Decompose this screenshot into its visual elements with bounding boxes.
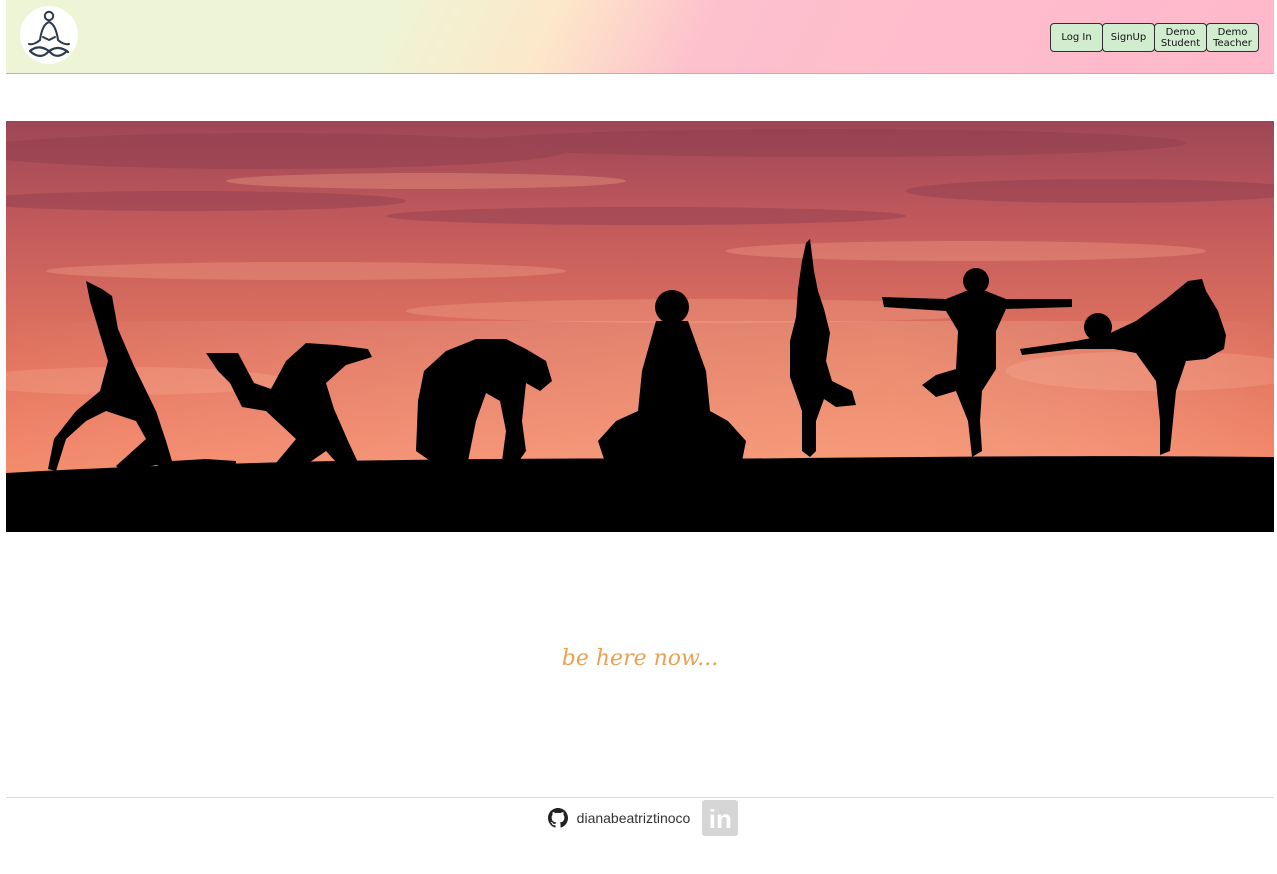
sunset-yoga-silhouettes (6, 121, 1274, 532)
linkedin-icon: in (708, 804, 732, 834)
demo-student-button[interactable]: Demo Student (1154, 23, 1207, 52)
linkedin-link[interactable]: in (702, 800, 739, 836)
nav-buttons: Log In SignUp Demo Student Demo Teacher (1050, 23, 1259, 52)
navbar: Log In SignUp Demo Student Demo Teacher (6, 0, 1274, 74)
footer: dianabeatriztinoco in (0, 798, 1277, 838)
github-icon (547, 808, 568, 828)
home-logo[interactable] (20, 6, 78, 64)
github-username: dianabeatriztinoco (576, 810, 691, 826)
github-link[interactable]: dianabeatriztinoco (547, 808, 691, 828)
meditation-figure-icon (28, 10, 70, 57)
login-button[interactable]: Log In (1050, 23, 1103, 52)
signup-button[interactable]: SignUp (1102, 23, 1155, 52)
page: Log In SignUp Demo Student Demo Teacher (0, 0, 1277, 874)
hero-image (6, 121, 1274, 532)
tagline: be here now... (561, 646, 719, 671)
demo-teacher-button[interactable]: Demo Teacher (1206, 23, 1259, 52)
